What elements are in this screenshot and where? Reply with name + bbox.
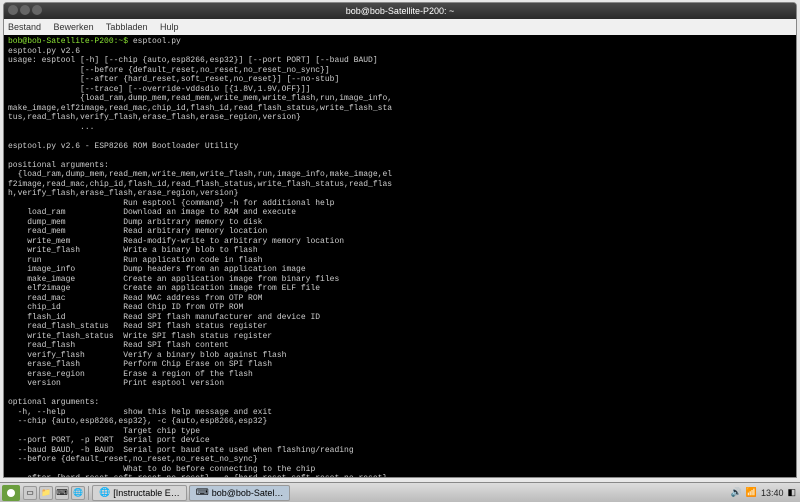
separator xyxy=(88,486,89,500)
terminal-icon: ⌨ xyxy=(196,487,209,498)
out: version Print esptool version xyxy=(8,379,224,388)
tray-icon[interactable]: ◧ xyxy=(787,487,796,498)
out: Target chip type xyxy=(8,427,200,436)
out: Run esptool {command} -h for additional … xyxy=(8,199,334,208)
out: read_flash Read SPI flash content xyxy=(8,341,229,350)
out: chip_id Read Chip ID from OTP ROM xyxy=(8,303,243,312)
out: esptool.py v2.6 xyxy=(8,47,80,56)
out: flash_id Read SPI flash manufacturer and… xyxy=(8,313,320,322)
out: --baud BAUD, -b BAUD Serial port baud ra… xyxy=(8,446,354,455)
out: read_mac Read MAC address from OTP ROM xyxy=(8,294,262,303)
out: esptool.py v2.6 - ESP8266 ROM Bootloader… xyxy=(8,142,238,151)
menu-hulp[interactable]: Hulp xyxy=(160,22,179,32)
mint-logo-icon xyxy=(6,488,16,498)
out: h,verify_flash,erase_flash,erase_region,… xyxy=(8,189,238,198)
terminal-icon[interactable]: ⌨ xyxy=(55,486,69,500)
file-manager-icon[interactable]: 📁 xyxy=(39,486,53,500)
system-tray: 🔊 📶 13:40 ◧ xyxy=(731,487,800,498)
taskbar-item-terminal[interactable]: ⌨ bob@bob-Satel… xyxy=(189,485,291,501)
cmd: esptool.py xyxy=(133,37,181,46)
task-label: [Instructable E… xyxy=(113,488,180,498)
out: [--trace] [--override-vddsdio [{1.8V,1.9… xyxy=(8,85,310,94)
window-controls xyxy=(8,5,42,15)
out: erase_flash Perform Chip Erase on SPI fl… xyxy=(8,360,272,369)
out: elf2image Create an application image fr… xyxy=(8,284,320,293)
out: {load_ram,dump_mem,read_mem,write_mem,wr… xyxy=(8,170,392,179)
browser-icon[interactable]: 🌐 xyxy=(71,486,85,500)
window-control-btn[interactable] xyxy=(20,5,30,15)
terminal-window: bob@bob-Satellite-P200: ~ Bestand Bewerk… xyxy=(3,2,797,478)
out: [--before {default_reset,no_reset,no_res… xyxy=(8,66,330,75)
prompt: bob@bob-Satellite-P200:~$ xyxy=(8,37,128,46)
out: [--after {hard_reset,soft_reset,no_reset… xyxy=(8,75,339,84)
out: --chip {auto,esp8266,esp32}, -c {auto,es… xyxy=(8,417,267,426)
out: read_mem Read arbitrary memory location xyxy=(8,227,267,236)
titlebar[interactable]: bob@bob-Satellite-P200: ~ xyxy=(4,3,796,19)
out: optional arguments: xyxy=(8,398,99,407)
out: --after {hard_reset,soft_reset,no_reset}… xyxy=(8,474,387,478)
out: make_image,elf2image,read_mac,chip_id,fl… xyxy=(8,104,392,113)
out: write_flash_status Write SPI flash statu… xyxy=(8,332,272,341)
out: positional arguments: xyxy=(8,161,109,170)
out: run Run application code in flash xyxy=(8,256,262,265)
task-label: bob@bob-Satel… xyxy=(212,488,284,498)
volume-icon[interactable]: 🔊 xyxy=(731,487,742,498)
browser-icon: 🌐 xyxy=(99,487,110,498)
out: {load_ram,dump_mem,read_mem,write_mem,wr… xyxy=(8,94,392,103)
out: dump_mem Dump arbitrary memory to disk xyxy=(8,218,262,227)
out: tus,read_flash,verify_flash,erase_flash,… xyxy=(8,113,301,122)
out: make_image Create an application image f… xyxy=(8,275,339,284)
out: write_mem Read-modify-write to arbitrary… xyxy=(8,237,344,246)
clock[interactable]: 13:40 xyxy=(761,488,784,498)
out: erase_region Erase a region of the flash xyxy=(8,370,253,379)
out: --port PORT, -p PORT Serial port device xyxy=(8,436,210,445)
out: read_flash_status Read SPI flash status … xyxy=(8,322,267,331)
out: verify_flash Verify a binary blob agains… xyxy=(8,351,286,360)
out: load_ram Download an image to RAM and ex… xyxy=(8,208,296,217)
out: f2image,read_mac,chip_id,flash_id,read_f… xyxy=(8,180,392,189)
out: What to do before connecting to the chip xyxy=(8,465,315,474)
menubar: Bestand Bewerken Tabbladen Hulp xyxy=(4,19,796,35)
out: --before {default_reset,no_reset,no_rese… xyxy=(8,455,258,464)
window-title: bob@bob-Satellite-P200: ~ xyxy=(346,6,454,16)
out: image_info Dump headers from an applicat… xyxy=(8,265,306,274)
taskbar-item-instructable[interactable]: 🌐 [Instructable E… xyxy=(92,485,187,501)
out: ... xyxy=(8,123,94,132)
window-control-btn[interactable] xyxy=(32,5,42,15)
show-desktop-icon[interactable]: ▭ xyxy=(23,486,37,500)
terminal-output[interactable]: bob@bob-Satellite-P200:~$ esptool.py esp… xyxy=(4,35,796,478)
out: usage: esptool [-h] [--chip {auto,esp826… xyxy=(8,56,378,65)
taskbar: ▭ 📁 ⌨ 🌐 🌐 [Instructable E… ⌨ bob@bob-Sat… xyxy=(0,482,800,502)
menu-bewerken[interactable]: Bewerken xyxy=(54,22,94,32)
window-control-btn[interactable] xyxy=(8,5,18,15)
out: write_flash Write a binary blob to flash xyxy=(8,246,258,255)
menu-tabbladen[interactable]: Tabbladen xyxy=(106,22,148,32)
menu-bestand[interactable]: Bestand xyxy=(8,22,41,32)
start-button[interactable] xyxy=(2,485,20,501)
out: -h, --help show this help message and ex… xyxy=(8,408,272,417)
network-icon[interactable]: 📶 xyxy=(746,487,757,498)
